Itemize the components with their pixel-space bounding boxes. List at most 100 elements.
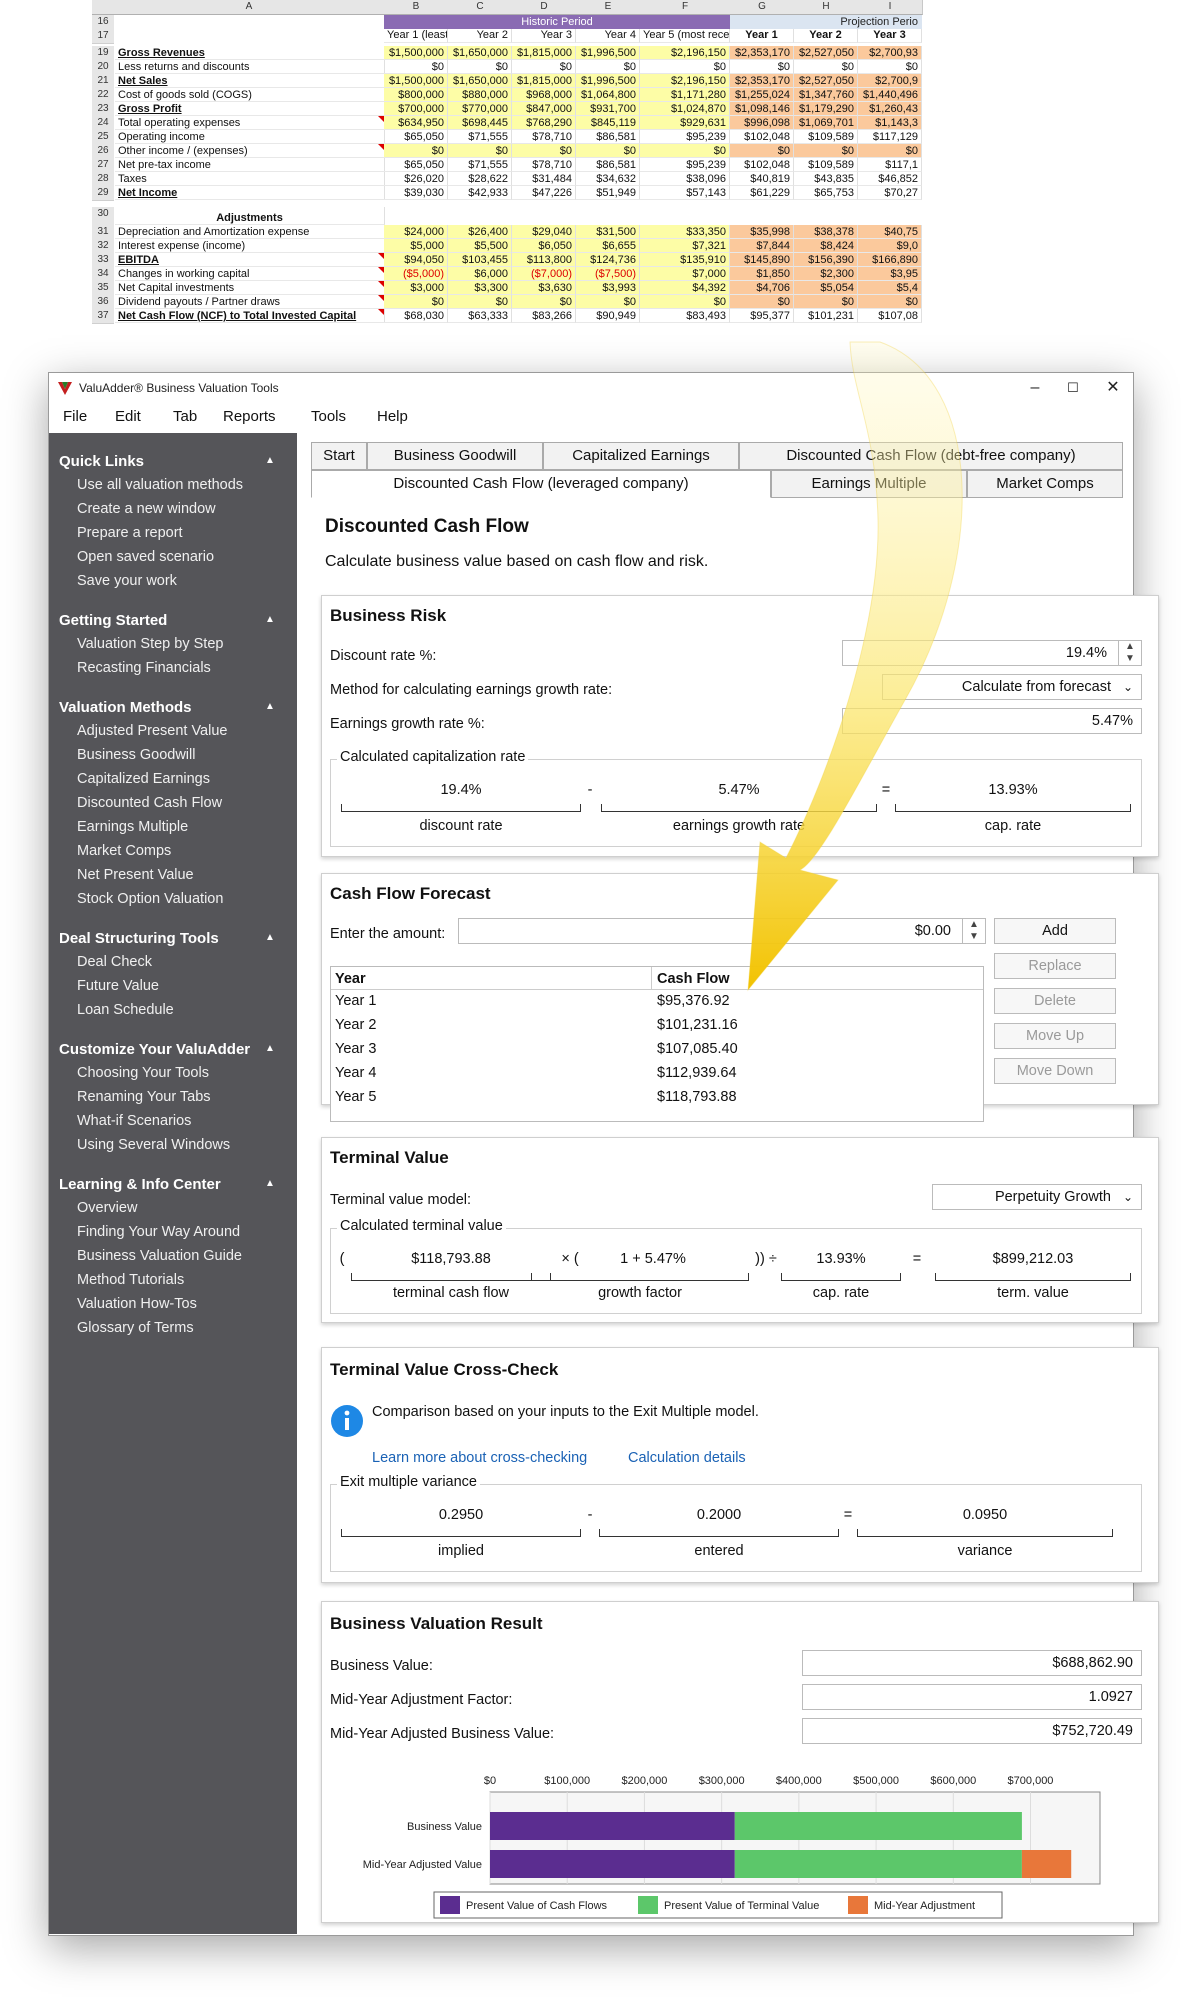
sheet-cell[interactable]: $26,400 xyxy=(448,225,512,239)
sheet-cell[interactable]: $63,333 xyxy=(448,309,512,323)
sheet-cell[interactable]: $78,710 xyxy=(512,130,576,144)
chevron-up-icon[interactable]: ▲ xyxy=(265,1043,275,1054)
row-label[interactable]: Net Income xyxy=(115,186,385,200)
sidebar-item[interactable]: Finding Your Way Around xyxy=(77,1224,240,1240)
sheet-cell[interactable]: $65,050 xyxy=(384,130,448,144)
sheet-cell[interactable]: $0 xyxy=(858,60,922,74)
row-number[interactable]: 30 xyxy=(92,207,114,226)
sheet-cell[interactable]: $1,143,3 xyxy=(858,116,922,130)
growth-method-select[interactable]: Calculate from forecast ⌄ xyxy=(882,674,1142,700)
row-number[interactable]: 37 xyxy=(92,309,114,324)
sheet-cell[interactable]: $0 xyxy=(576,295,640,309)
row-number[interactable]: 34 xyxy=(92,267,114,282)
sheet-cell[interactable]: $1,850 xyxy=(730,267,794,281)
sheet-cell[interactable]: $4,392 xyxy=(640,281,730,295)
row-label[interactable]: Gross Profit xyxy=(115,102,385,116)
sheet-cell[interactable]: $28,622 xyxy=(448,172,512,186)
sidebar-item[interactable]: Recasting Financials xyxy=(77,660,211,676)
sheet-cell[interactable]: $1,024,870 xyxy=(640,102,730,116)
close-button[interactable]: ✕ xyxy=(1093,377,1133,399)
sidebar-group-2[interactable]: Valuation Methods xyxy=(59,699,192,716)
row-number[interactable]: 21 xyxy=(92,74,114,89)
sheet-cell[interactable]: $38,378 xyxy=(794,225,858,239)
sheet-cell[interactable]: $68,030 xyxy=(384,309,448,323)
sidebar-item[interactable]: Glossary of Terms xyxy=(77,1320,194,1336)
table-row-year[interactable]: Year 4 xyxy=(335,1065,376,1081)
sheet-cell[interactable]: $698,445 xyxy=(448,116,512,130)
sheet-cell[interactable]: $0 xyxy=(384,60,448,74)
sheet-cell[interactable]: $78,710 xyxy=(512,158,576,172)
sidebar-item[interactable]: Method Tutorials xyxy=(77,1272,184,1288)
sidebar-group-3[interactable]: Deal Structuring Tools xyxy=(59,930,219,947)
sheet-cell[interactable]: $0 xyxy=(640,144,730,158)
row-number[interactable]: 35 xyxy=(92,281,114,296)
row-label[interactable]: Net pre-tax income xyxy=(115,158,385,172)
tab-dcf-debt-free[interactable]: Discounted Cash Flow (debt-free company) xyxy=(739,442,1123,470)
sheet-cell[interactable]: $2,700,9 xyxy=(858,74,922,88)
sheet-cell[interactable]: $968,000 xyxy=(512,88,576,102)
sheet-cell[interactable]: $6,050 xyxy=(512,239,576,253)
sheet-cell[interactable]: $1,069,701 xyxy=(794,116,858,130)
sheet-cell[interactable]: $166,890 xyxy=(858,253,922,267)
sheet-cell[interactable]: $1,179,290 xyxy=(794,102,858,116)
sheet-cell[interactable]: $0 xyxy=(640,295,730,309)
tab-dcf-leveraged[interactable]: Discounted Cash Flow (leveraged company) xyxy=(311,470,771,498)
row-number[interactable]: 29 xyxy=(92,186,114,201)
sheet-cell[interactable]: $51,949 xyxy=(576,186,640,200)
row-label[interactable]: Depreciation and Amortization expense xyxy=(115,225,385,239)
row-number[interactable]: 27 xyxy=(92,158,114,173)
sheet-cell[interactable]: $634,950 xyxy=(384,116,448,130)
row-label[interactable]: Other income / (expenses) xyxy=(115,144,385,158)
sidebar-item[interactable]: Use all valuation methods xyxy=(77,477,243,493)
col-header[interactable]: H xyxy=(794,0,859,15)
sheet-cell[interactable]: $3,993 xyxy=(576,281,640,295)
sheet-cell[interactable]: $929,631 xyxy=(640,116,730,130)
sheet-cell[interactable]: $700,000 xyxy=(384,102,448,116)
sheet-cell[interactable]: $46,852 xyxy=(858,172,922,186)
row-number[interactable]: 25 xyxy=(92,130,114,145)
sheet-cell[interactable]: $5,4 xyxy=(858,281,922,295)
sheet-cell[interactable]: $90,949 xyxy=(576,309,640,323)
sheet-cell[interactable]: $0 xyxy=(858,144,922,158)
sheet-cell[interactable]: $0 xyxy=(576,60,640,74)
sidebar-item[interactable]: Business Valuation Guide xyxy=(77,1248,242,1264)
sheet-cell[interactable]: $0 xyxy=(384,144,448,158)
row-number[interactable]: 26 xyxy=(92,144,114,159)
sheet-cell[interactable]: $0 xyxy=(448,60,512,74)
sidebar-item[interactable]: Business Goodwill xyxy=(77,747,195,763)
sheet-cell[interactable]: $61,229 xyxy=(730,186,794,200)
sheet-cell[interactable]: $2,527,050 xyxy=(794,74,858,88)
move-down-button[interactable]: Move Down xyxy=(994,1058,1116,1084)
sheet-cell[interactable]: $1,996,500 xyxy=(576,46,640,60)
row-label[interactable]: Net Capital investments xyxy=(115,281,385,295)
sidebar-item[interactable]: Open saved scenario xyxy=(77,549,214,565)
menu-tools[interactable]: Tools xyxy=(311,408,346,425)
sheet-cell[interactable]: $6,655 xyxy=(576,239,640,253)
sheet-cell[interactable]: $124,736 xyxy=(576,253,640,267)
sheet-cell[interactable]: $29,040 xyxy=(512,225,576,239)
sidebar-item[interactable]: Using Several Windows xyxy=(77,1137,230,1153)
sheet-cell[interactable]: $1,500,000 xyxy=(384,46,448,60)
sheet-cell[interactable]: $1,996,500 xyxy=(576,74,640,88)
sheet-cell[interactable]: $0 xyxy=(794,295,858,309)
sheet-cell[interactable]: $86,581 xyxy=(576,158,640,172)
sheet-cell[interactable]: $26,020 xyxy=(384,172,448,186)
chevron-up-icon[interactable]: ▲ xyxy=(265,455,275,466)
sheet-cell[interactable]: $107,08 xyxy=(858,309,922,323)
sheet-cell[interactable]: $102,048 xyxy=(730,158,794,172)
sheet-cell[interactable]: $40,75 xyxy=(858,225,922,239)
sidebar-item[interactable]: What-if Scenarios xyxy=(77,1113,191,1129)
sheet-cell[interactable]: $70,27 xyxy=(858,186,922,200)
sheet-cell[interactable]: $47,226 xyxy=(512,186,576,200)
sidebar-group-1[interactable]: Getting Started xyxy=(59,612,167,629)
sheet-cell[interactable]: $31,484 xyxy=(512,172,576,186)
sheet-cell[interactable]: $57,143 xyxy=(640,186,730,200)
sheet-cell[interactable]: $65,753 xyxy=(794,186,858,200)
col-header[interactable]: D xyxy=(512,0,577,15)
discount-rate-spinner[interactable]: ▲ ▼ xyxy=(1118,641,1141,665)
sheet-cell[interactable]: $0 xyxy=(384,295,448,309)
sheet-cell[interactable]: $1,440,496 xyxy=(858,88,922,102)
table-row-year[interactable]: Year 5 xyxy=(335,1089,376,1105)
row-label[interactable]: Dividend payouts / Partner draws xyxy=(115,295,385,309)
sheet-cell[interactable]: $113,800 xyxy=(512,253,576,267)
